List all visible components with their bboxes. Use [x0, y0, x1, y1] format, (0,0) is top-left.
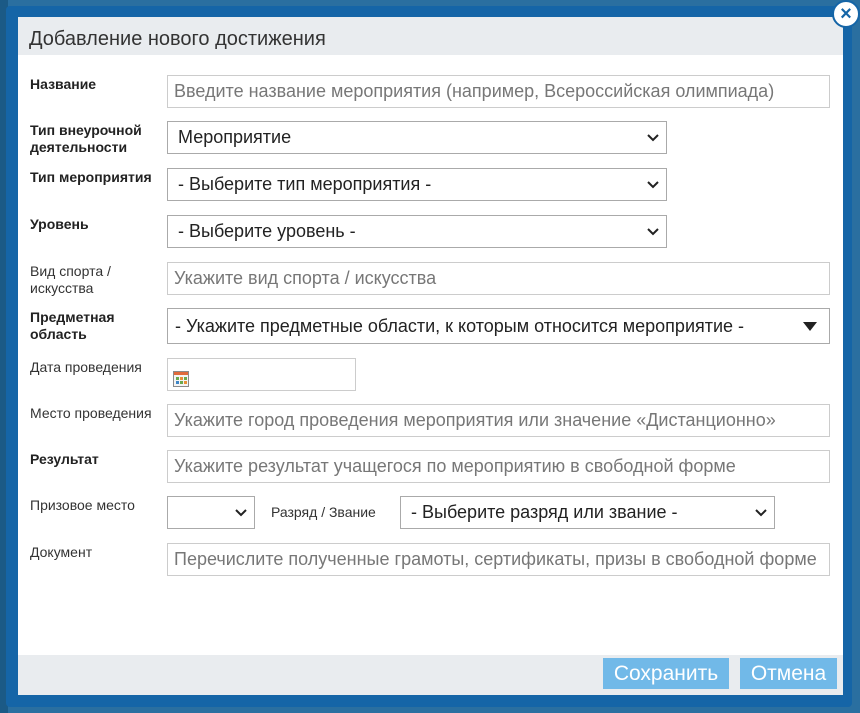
chevron-down-icon: [646, 169, 660, 200]
activity-type-select[interactable]: Мероприятие: [167, 121, 667, 154]
dialog-title: Добавление нового достижения: [29, 28, 326, 50]
close-icon[interactable]: ×: [832, 0, 860, 28]
dialog-titlebar: Добавление нового достижения: [18, 17, 843, 55]
caret-down-icon: [803, 309, 817, 343]
cancel-button[interactable]: Отмена: [740, 658, 837, 689]
place-label: Место проведения: [30, 405, 152, 421]
name-label: Название: [30, 76, 97, 92]
subject-value: - Укажите предметные области, к которым …: [175, 316, 745, 336]
level-label: Уровень: [30, 216, 89, 232]
prize-label: Призовое место: [30, 497, 135, 513]
chevron-down-icon: [646, 122, 660, 153]
sport-input[interactable]: Укажите вид спорта / искусства: [167, 262, 830, 295]
activity-type-value: Мероприятие: [178, 127, 292, 147]
sport-label: Вид спорта / искусства: [30, 263, 111, 296]
prize-select[interactable]: [167, 496, 255, 529]
result-label: Результат: [30, 451, 99, 467]
chevron-down-icon: [754, 497, 768, 528]
event-type-value: - Выберите тип мероприятия -: [178, 174, 432, 194]
rank-label: Разряд / Звание: [271, 504, 376, 520]
subject-label: Предметная область: [30, 309, 115, 342]
save-button[interactable]: Сохранить: [603, 658, 729, 689]
place-input[interactable]: Укажите город проведения мероприятия или…: [167, 404, 830, 437]
activity-type-label: Тип внеурочной деятельности: [30, 122, 142, 155]
document-input[interactable]: Перечислите полученные грамоты, сертифик…: [167, 543, 830, 576]
calendar-icon[interactable]: [173, 366, 189, 390]
result-input[interactable]: Укажите результат учащегося по мероприят…: [167, 450, 830, 483]
date-input[interactable]: [167, 358, 356, 391]
event-type-select[interactable]: - Выберите тип мероприятия -: [167, 168, 667, 201]
subject-select[interactable]: - Укажите предметные области, к которым …: [167, 308, 830, 344]
add-achievement-dialog: Добавление нового достижения Название Вв…: [18, 17, 843, 695]
chevron-down-icon: [234, 497, 248, 528]
level-select[interactable]: - Выберите уровень -: [167, 215, 667, 248]
event-type-label: Тип мероприятия: [30, 169, 152, 185]
document-label: Документ: [30, 544, 93, 560]
rank-value: - Выберите разряд или звание -: [411, 502, 678, 522]
level-value: - Выберите уровень -: [178, 221, 356, 241]
name-input[interactable]: Введите название мероприятия (например, …: [167, 75, 830, 108]
rank-select[interactable]: - Выберите разряд или звание -: [400, 496, 775, 529]
chevron-down-icon: [646, 216, 660, 247]
date-label: Дата проведения: [30, 359, 142, 375]
